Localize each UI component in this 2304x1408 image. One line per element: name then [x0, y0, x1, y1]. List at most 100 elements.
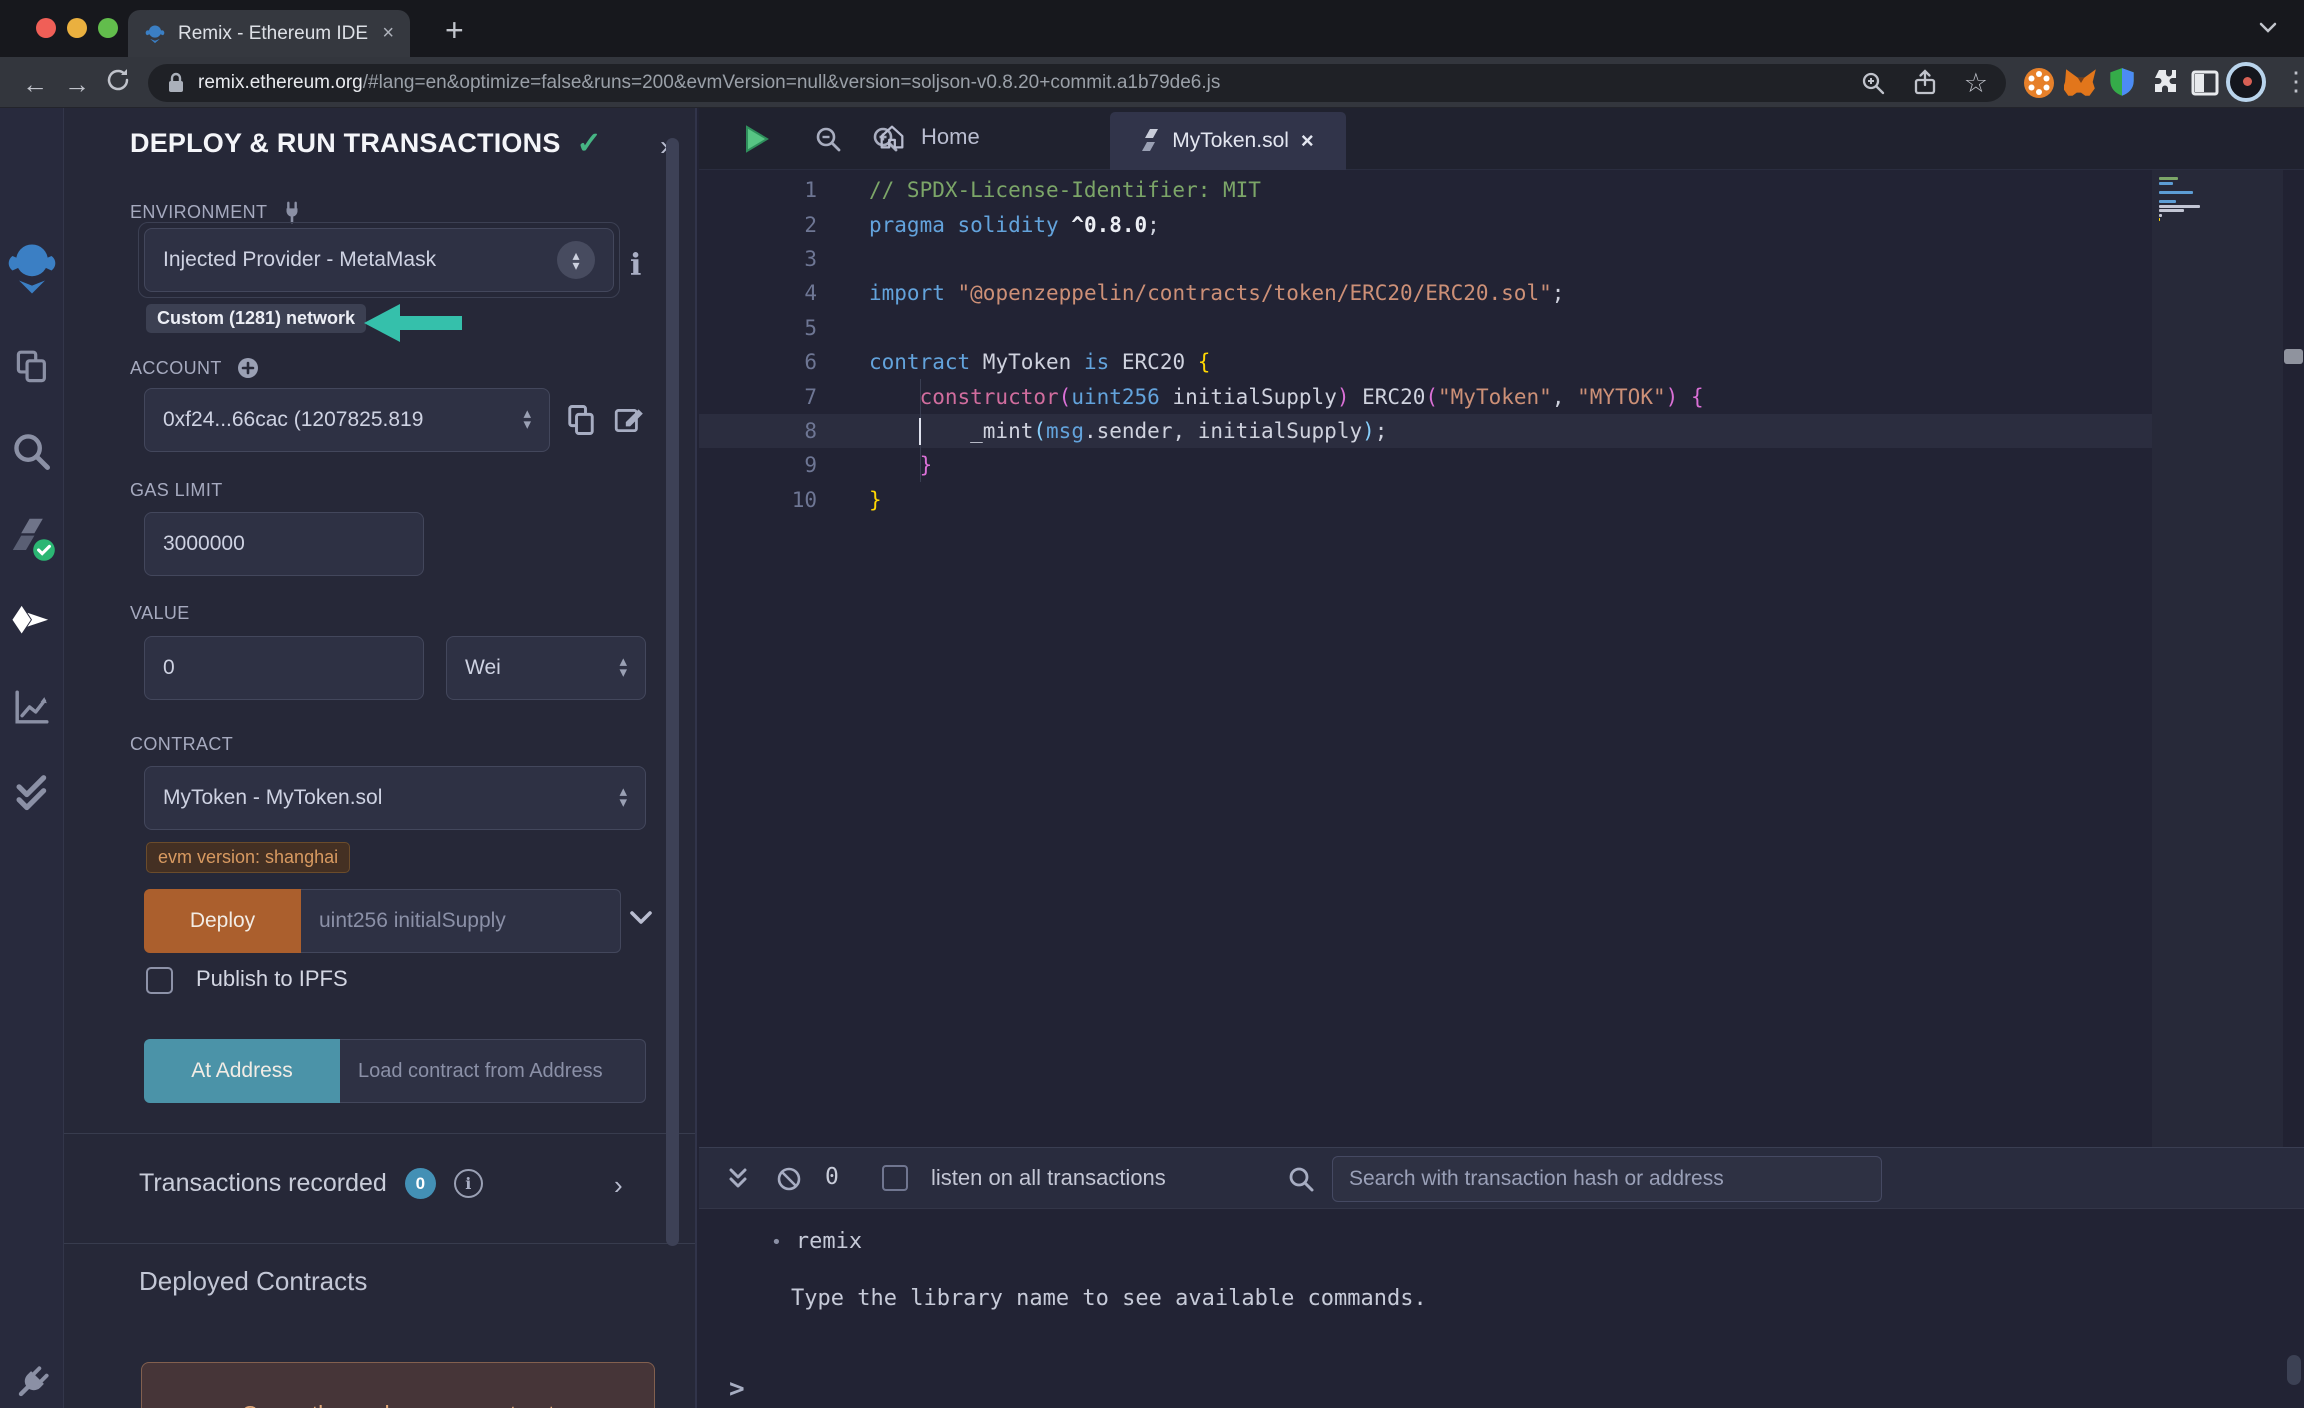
listen-all-label: listen on all transactions — [931, 1165, 1166, 1190]
compile-success-check-icon: ✓ — [576, 127, 602, 160]
code-line[interactable]: 9 } — [699, 448, 2152, 482]
run-script-play-icon[interactable] — [743, 124, 771, 154]
shield-extension-icon[interactable] — [2106, 66, 2138, 100]
unit-testing-icon[interactable] — [10, 770, 54, 814]
code-editor[interactable]: 1// SPDX-License-Identifier: MIT 2 pragma … — [699, 170, 2152, 1147]
publish-ipfs-checkbox[interactable] — [146, 967, 173, 994]
code-line[interactable]: 1// SPDX-License-Identifier: MIT — [699, 173, 2152, 207]
panel-divider — [64, 1133, 695, 1134]
contract-select[interactable]: MyToken - MyToken.sol ▴ ▾ — [144, 766, 646, 830]
terminal-help-text: Type the library name to see available c… — [791, 1286, 1427, 1311]
transactions-expand-chevron-icon[interactable]: › — [614, 1170, 623, 1201]
code-line[interactable]: 5 — [699, 311, 2152, 345]
solidity-compiler-icon[interactable] — [8, 514, 56, 562]
terminal-header: 0 listen on all transactions — [699, 1148, 2304, 1209]
search-icon[interactable] — [10, 430, 54, 474]
url-text: remix.ethereum.org/#lang=en&optimize=fal… — [198, 72, 1221, 93]
panel-divider — [64, 1243, 695, 1244]
transactions-recorded-label: Transactions recorded — [139, 1169, 387, 1197]
account-stepper-icon: ▴ ▾ — [523, 405, 531, 433]
line-number: 1 — [804, 178, 817, 203]
editor-minimap[interactable] — [2152, 170, 2283, 1147]
zoom-page-icon[interactable] — [1860, 70, 1886, 96]
new-tab-button[interactable]: + — [445, 12, 464, 49]
terminal-search-icon — [1287, 1165, 1315, 1193]
code-line[interactable]: 3 — [699, 242, 2152, 276]
editor-scrollbar-track[interactable] — [2283, 170, 2304, 1147]
transactions-info-icon[interactable]: i — [453, 1169, 483, 1198]
gas-limit-input[interactable] — [144, 512, 424, 576]
deploy-run-icon[interactable] — [9, 602, 55, 642]
sidebar-toggle-icon[interactable] — [2190, 68, 2220, 98]
gas-limit-label: GAS LIMIT — [130, 480, 223, 500]
plugin-manager-icon[interactable] — [10, 1361, 54, 1405]
bookmark-star-icon[interactable]: ☆ — [1964, 68, 1988, 99]
tab-close-icon[interactable]: × — [1301, 128, 1314, 154]
tab-home[interactable]: Home — [877, 122, 980, 152]
contract-label: CONTRACT — [130, 734, 234, 754]
environment-info-icon[interactable]: i — [630, 248, 641, 283]
deploy-run-panel: DEPLOY & RUN TRANSACTIONS ✓ › ENVIRONMEN… — [64, 108, 697, 1408]
editor-scrollbar-thumb[interactable] — [2284, 349, 2303, 364]
back-button[interactable]: ← — [22, 69, 48, 100]
code-line[interactable]: 8 _mint(msg.sender, initialSupply); — [699, 413, 2152, 449]
share-icon[interactable] — [1912, 69, 1938, 97]
line-number: 9 — [804, 453, 817, 478]
browser-profile-avatar[interactable] — [2226, 62, 2266, 102]
terminal: 0 listen on all transactions •remix Type… — [699, 1147, 2304, 1408]
terminal-collapse-icon[interactable] — [725, 1166, 751, 1192]
value-input[interactable] — [144, 636, 424, 700]
window-minimize-button[interactable] — [67, 18, 87, 38]
extensions-puzzle-icon[interactable] — [2148, 66, 2180, 98]
tab-mytoken-sol[interactable]: MyToken.sol × — [1110, 112, 1346, 170]
editor-tabbar: Home MyToken.sol × — [699, 108, 2304, 170]
analytics-icon[interactable] — [11, 686, 53, 728]
clear-console-icon[interactable] — [775, 1165, 803, 1193]
terminal-search-input[interactable] — [1332, 1156, 1882, 1202]
metamask-extension-icon[interactable] — [2064, 66, 2098, 100]
deploy-button[interactable]: Deploy — [144, 889, 301, 953]
code-line[interactable]: 4 import "@openzeppelin/contracts/token/E… — [699, 276, 2152, 310]
remix-favicon-icon — [144, 23, 166, 45]
tab-close-icon[interactable]: × — [382, 22, 394, 45]
environment-select[interactable]: Injected Provider - MetaMask ▴ ▾ — [144, 228, 614, 292]
at-address-input[interactable] — [340, 1039, 646, 1103]
value-unit-select[interactable]: Wei ▴ ▾ — [446, 636, 646, 700]
code-line[interactable]: 10} — [699, 483, 2152, 517]
browser-menu-icon[interactable]: ⋮ — [2283, 66, 2304, 97]
value-unit-stepper-icon: ▴ ▾ — [619, 653, 627, 681]
tab-overflow-chevron-icon[interactable] — [2256, 20, 2280, 36]
account-copy-icon[interactable] — [564, 402, 598, 438]
terminal-scrollbar-thumb[interactable] — [2287, 1355, 2301, 1385]
home-icon — [877, 122, 907, 152]
terminal-body[interactable]: • remix Type the library name to see avai… — [699, 1209, 2304, 1408]
url-bar[interactable]: remix.ethereum.org/#lang=en&optimize=fal… — [148, 64, 2006, 102]
forward-button[interactable]: → — [64, 69, 90, 100]
environment-stepper-icon: ▴ ▾ — [557, 241, 595, 279]
deploy-args-input[interactable] — [301, 889, 621, 953]
zoom-out-icon[interactable] — [813, 124, 843, 154]
account-select[interactable]: 0xf24...66cac (1207825.819 ▴ ▾ — [144, 388, 550, 452]
account-edit-icon[interactable] — [612, 402, 646, 438]
polkadot-extension-icon[interactable] — [2022, 66, 2056, 100]
panel-scrollbar[interactable] — [666, 138, 679, 1246]
file-explorer-icon[interactable] — [11, 346, 53, 388]
code-line[interactable]: 7 constructor(uint256 initialSupply) ERC… — [699, 379, 2152, 413]
code-line[interactable]: 2 pragma solidity ^0.8.0; — [699, 207, 2152, 241]
at-address-button[interactable]: At Address — [144, 1039, 340, 1103]
deploy-expand-chevron-icon[interactable] — [628, 908, 654, 928]
terminal-prompt[interactable]: > — [729, 1374, 745, 1404]
code-line[interactable]: 6 contract MyToken is ERC20 { — [699, 345, 2152, 379]
reload-button[interactable] — [104, 66, 132, 94]
window-zoom-button[interactable] — [98, 18, 118, 38]
contract-stepper-icon: ▴ ▾ — [619, 783, 627, 811]
browser-tab[interactable]: Remix - Ethereum IDE × — [128, 10, 410, 57]
network-badge: Custom (1281) network — [146, 304, 367, 333]
account-add-icon[interactable] — [236, 356, 260, 380]
line-number: 5 — [804, 315, 817, 340]
listen-all-checkbox[interactable] — [882, 1165, 908, 1191]
environment-select-wrap: Injected Provider - MetaMask ▴ ▾ — [138, 222, 620, 298]
window-close-button[interactable] — [36, 18, 56, 38]
account-label: ACCOUNT — [130, 356, 260, 380]
lock-icon — [166, 71, 186, 95]
